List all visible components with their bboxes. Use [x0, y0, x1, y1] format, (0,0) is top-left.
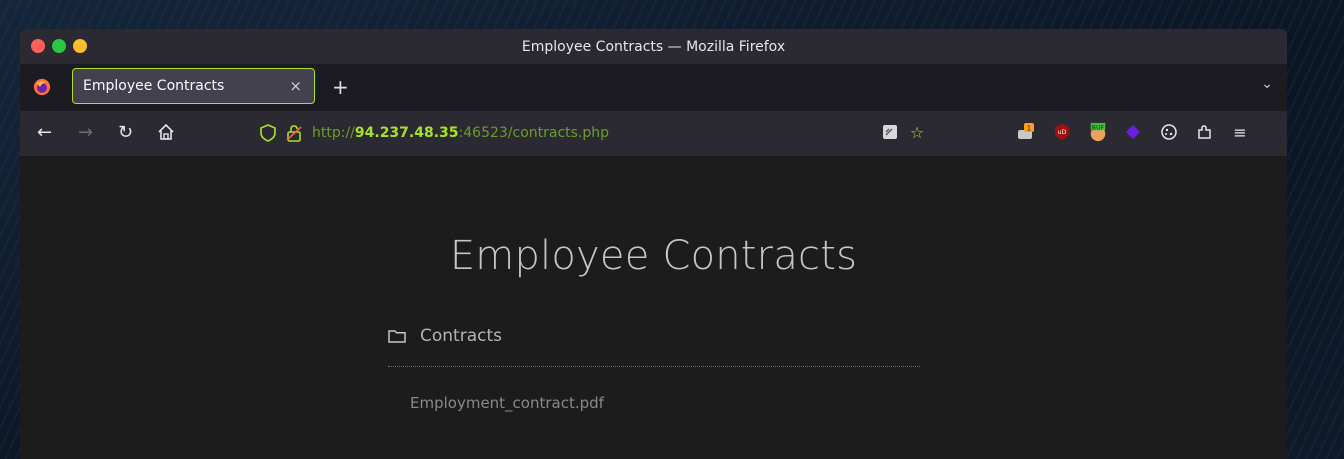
extension-icon[interactable]: 1 [1016, 122, 1036, 142]
bookmark-star-icon[interactable]: ☆ [907, 122, 927, 142]
svg-text:uD: uD [1058, 129, 1067, 136]
url-path: :46523/contracts.php [458, 125, 610, 141]
close-tab-icon[interactable]: × [289, 77, 302, 95]
close-window-button[interactable] [31, 39, 45, 53]
extensions-puzzle-icon[interactable] [1195, 122, 1215, 142]
url-scheme: http:// [312, 125, 355, 141]
new-tab-button[interactable]: + [332, 75, 349, 99]
back-icon[interactable]: ← [37, 122, 52, 143]
chevron-down-icon[interactable]: ⌄ [1261, 76, 1273, 92]
url-host: 94.237.48.35 [354, 125, 459, 141]
buf-extension-icon[interactable]: BUF [1088, 122, 1108, 142]
shield-icon[interactable] [260, 124, 276, 142]
folder-label: Contracts [420, 326, 502, 346]
forward-icon[interactable]: → [78, 122, 93, 143]
page-title: Employee Contracts [449, 233, 858, 279]
url-bar[interactable]: http://94.237.48.35:46523/contracts.php [260, 124, 609, 142]
browser-window: Employee Contracts — Mozilla Firefox Emp… [20, 29, 1287, 459]
window-title: Employee Contracts — Mozilla Firefox [521, 38, 786, 55]
window-controls [31, 39, 87, 53]
tab-bar: Employee Contracts × + ⌄ [20, 64, 1287, 111]
maximize-window-button[interactable] [52, 39, 66, 53]
extension-badge: 1 [1027, 125, 1031, 133]
buf-badge: BUF [1092, 124, 1105, 131]
diamond-extension-icon[interactable] [1123, 122, 1143, 142]
firefox-icon[interactable] [33, 78, 51, 96]
url-text[interactable]: http://94.237.48.35:46523/contracts.php [312, 125, 609, 141]
insecure-lock-icon[interactable] [286, 124, 302, 142]
minimize-window-button[interactable] [73, 39, 87, 53]
file-link[interactable]: Employment_contract.pdf [410, 394, 604, 412]
divider [388, 366, 920, 367]
cookie-icon[interactable] [1159, 122, 1179, 142]
page-content: Employee Contracts Contracts Employment_… [20, 156, 1287, 459]
reader-view-icon[interactable] [880, 122, 900, 142]
reload-icon[interactable]: ↻ [118, 122, 133, 143]
tab-label: Employee Contracts [83, 78, 225, 94]
ublock-icon[interactable]: uD [1052, 122, 1072, 142]
hamburger-menu-icon[interactable]: ≡ [1230, 122, 1250, 142]
title-bar: Employee Contracts — Mozilla Firefox [20, 29, 1287, 64]
folder-row[interactable]: Contracts [388, 326, 502, 346]
folder-icon [388, 330, 406, 343]
tab-employee-contracts[interactable]: Employee Contracts × [72, 68, 315, 104]
navigation-bar: ← → ↻ http://94.237.48.35:46523/contract… [20, 111, 1287, 156]
home-icon[interactable] [157, 123, 175, 141]
